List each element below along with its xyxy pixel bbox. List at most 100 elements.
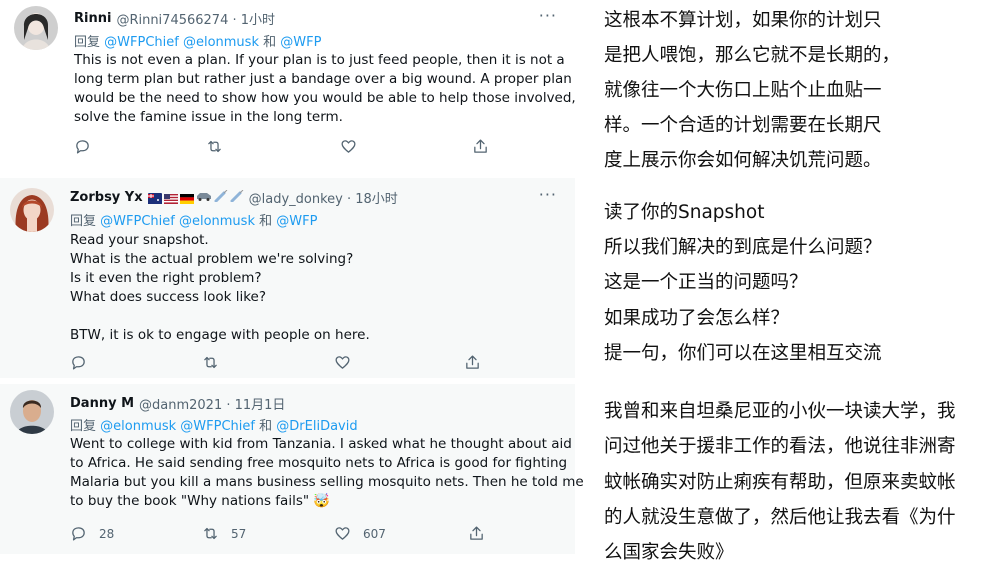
- tweet-actions: [74, 138, 489, 155]
- germany-flag-icon: [179, 193, 194, 204]
- tweet-text-line: to Africa. He said sending free mosquito…: [70, 455, 568, 471]
- translation-line: 这根本不算计划，如果你的计划只: [604, 10, 882, 31]
- flag-emojis: [147, 189, 244, 206]
- reply-button[interactable]: 28: [70, 525, 202, 542]
- translation-line: 么国家会失败》: [604, 542, 734, 563]
- author-handle[interactable]: @lady_donkey · 18小时: [249, 188, 398, 207]
- reply-mentions[interactable]: @WFPChief @elonmusk: [100, 214, 255, 229]
- retweet-button[interactable]: [202, 354, 334, 371]
- reply-button[interactable]: [70, 354, 202, 371]
- retweet-button[interactable]: 57: [202, 525, 334, 542]
- translation-line: 蚊帐确实对防止痢疾有帮助，但原来卖蚊帐: [604, 472, 956, 493]
- syringe-icon: [230, 189, 244, 206]
- australia-flag-icon: [147, 192, 162, 204]
- reply-and: 和: [259, 419, 273, 434]
- tweet-zorbsy[interactable]: Zorbsy Yx @lady_donkey · 18小时 ··· 回复 @WF…: [0, 178, 575, 378]
- translation-line: 是把人喂饱，那么它就不是长期的，: [604, 45, 901, 66]
- tweet-text: Read your snapshot. What is the actual p…: [70, 231, 370, 345]
- tweet-header: Danny M @danm2021 · 11月1日: [70, 394, 285, 413]
- tweet-danny[interactable]: Danny M @danm2021 · 11月1日 回复 @elonmusk @…: [0, 384, 584, 554]
- translation-line: 如果成功了会怎么样？: [604, 308, 790, 329]
- reply-and: 和: [263, 35, 277, 50]
- reply-count: 28: [99, 526, 115, 541]
- tweet-text-line: This is not even a plan. If your plan is…: [74, 52, 565, 68]
- retweet-count: 57: [231, 526, 247, 541]
- tweet-actions: [70, 354, 481, 371]
- reply-prefix: 回复: [70, 214, 97, 229]
- retweet-icon: [208, 140, 221, 153]
- reply-to: 回复 @elonmusk @WFPChief 和 @DrEliDavid: [70, 415, 358, 434]
- tweet-header: Rinni @Rinni74566274 · 1小时: [74, 9, 275, 28]
- share-button[interactable]: [468, 525, 485, 542]
- retweet-button[interactable]: [206, 138, 340, 155]
- translation-line: 所以我们解决的到底是什么问题？: [604, 237, 882, 258]
- tweet-text-line: What is the actual problem we're solving…: [70, 251, 354, 267]
- tweet-text-line: solve the famine issue in the long term.: [74, 109, 343, 125]
- tweet-thread: Rinni @Rinni74566274 · 1小时 ··· 回复 @WFPCh…: [0, 0, 584, 577]
- author-name[interactable]: Zorbsy Yx: [70, 190, 143, 205]
- like-button[interactable]: [334, 354, 464, 371]
- tweet-text-line: Went to college with kid from Tanzania. …: [70, 436, 572, 452]
- heart-icon: [335, 356, 350, 369]
- reply-icon: [72, 527, 85, 541]
- reply-mention-last[interactable]: @WFP: [276, 214, 317, 229]
- heart-icon: [335, 527, 350, 540]
- share-button[interactable]: [472, 138, 489, 155]
- reply-mention-last[interactable]: @DrEliDavid: [276, 419, 357, 434]
- share-icon: [466, 355, 479, 369]
- more-options-icon[interactable]: ···: [539, 6, 557, 25]
- tweet-text: This is not even a plan. If your plan is…: [74, 51, 576, 127]
- reply-mentions[interactable]: @elonmusk @WFPChief: [100, 419, 255, 434]
- reply-prefix: 回复: [74, 35, 101, 50]
- like-count: 607: [363, 526, 386, 541]
- author-handle[interactable]: @danm2021 · 11月1日: [139, 394, 285, 413]
- reply-to: 回复 @WFPChief @elonmusk 和 @WFP: [74, 31, 321, 50]
- reply-mentions[interactable]: @WFPChief @elonmusk: [104, 35, 259, 50]
- avatar[interactable]: [14, 6, 58, 50]
- reply-icon: [72, 356, 85, 370]
- avatar[interactable]: [10, 188, 54, 232]
- tweet-text-line: BTW, it is ok to engage with people on h…: [70, 327, 370, 343]
- retweet-icon: [204, 356, 217, 369]
- tweet-text-line: Malaria but you kill a mans business sel…: [70, 474, 584, 490]
- like-button[interactable]: 607: [334, 525, 468, 542]
- reply-prefix: 回复: [70, 419, 97, 434]
- retweet-icon: [204, 527, 217, 540]
- author-name[interactable]: Rinni: [74, 11, 111, 26]
- car-icon: [196, 190, 212, 205]
- reply-button[interactable]: [74, 138, 206, 155]
- tweet-header: Zorbsy Yx @lady_donkey · 18小时: [70, 188, 398, 207]
- share-icon: [470, 526, 483, 540]
- share-icon: [474, 139, 487, 153]
- translation-line: 提一句，你们可以在这里相互交流: [604, 343, 882, 364]
- author-handle[interactable]: @Rinni74566274 · 1小时: [116, 9, 275, 28]
- tweet-text-line: long term plan but rather just a bandage…: [74, 71, 572, 87]
- author-name[interactable]: Danny M: [70, 396, 134, 411]
- share-button[interactable]: [464, 354, 481, 371]
- tweet-text: Went to college with kid from Tanzania. …: [70, 435, 584, 511]
- tweet-text-line: [70, 307, 370, 326]
- reply-icon: [76, 140, 89, 154]
- tweet-actions: 28 57 607: [70, 525, 485, 542]
- translation-line: 度上展示你会如何解决饥荒问题。: [604, 150, 882, 171]
- reply-to: 回复 @WFPChief @elonmusk 和 @WFP: [70, 210, 317, 229]
- syringe-icon: [214, 189, 228, 206]
- tweet-rinni[interactable]: Rinni @Rinni74566274 · 1小时 ··· 回复 @WFPCh…: [0, 0, 576, 170]
- translation-line: 这是一个正当的问题吗？: [604, 272, 808, 293]
- like-button[interactable]: [340, 138, 472, 155]
- reply-and: 和: [259, 214, 273, 229]
- translation-line: 读了你的Snapshot: [604, 202, 765, 223]
- reply-mention-last[interactable]: @WFP: [280, 35, 321, 50]
- tweet-text-line: What does success look like?: [70, 289, 267, 305]
- tweet-text-line: to buy the book "Why nations fails" 🤯: [70, 493, 331, 509]
- translation-line: 的人就没生意做了，然后他让我去看《为什: [604, 507, 956, 528]
- tweet-text-line: Is it even the right problem?: [70, 270, 262, 286]
- tweet-text-line: would be the need to show how you would …: [74, 90, 576, 106]
- more-options-icon[interactable]: ···: [539, 185, 557, 204]
- translation-line: 样。一个合适的计划需要在长期尺: [604, 115, 882, 136]
- avatar[interactable]: [10, 390, 54, 434]
- heart-icon: [341, 140, 356, 153]
- translation-line: 问过他关于援非工作的看法，他说往非洲寄: [604, 436, 956, 457]
- usa-flag-icon: [163, 193, 178, 204]
- tweet-text-line: Read your snapshot.: [70, 232, 209, 248]
